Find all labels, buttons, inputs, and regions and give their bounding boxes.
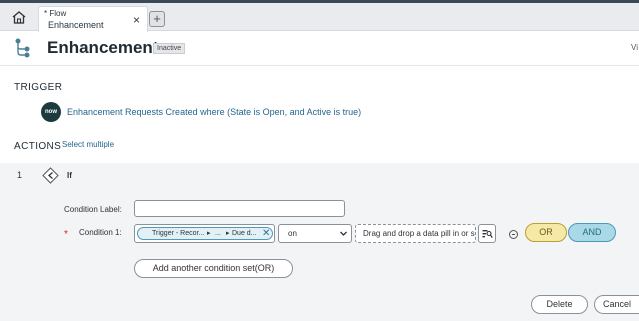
- data-pill-picker-button[interactable]: [478, 224, 496, 243]
- step-number: 1: [17, 170, 23, 180]
- home-button[interactable]: [8, 8, 30, 26]
- condition-label-input[interactable]: [134, 200, 345, 217]
- or-button[interactable]: OR: [525, 223, 567, 242]
- pill-arrow-icon: ▸: [226, 230, 230, 237]
- dropzone-placeholder: Drag and drop a data pill in or select a…: [363, 229, 475, 238]
- header-edge-text[interactable]: Vi: [631, 43, 638, 52]
- tab-flow-type: * Flow: [44, 9, 67, 18]
- add-tab-button[interactable]: +: [149, 11, 165, 27]
- delete-button[interactable]: Delete: [531, 295, 588, 314]
- trigger-description-link[interactable]: Enhancement Requests Created where (Stat…: [67, 107, 361, 117]
- condition-1-label: Condition 1:: [79, 228, 122, 237]
- pill-arrow-icon: ▸: [207, 230, 211, 237]
- status-badge: Inactive: [153, 43, 186, 54]
- and-button[interactable]: AND: [568, 223, 616, 242]
- chevron-down-icon: [340, 231, 347, 236]
- if-decision-icon: [42, 167, 59, 184]
- cancel-button[interactable]: Cancel: [594, 295, 639, 314]
- tab-flow-name: Enhancement: [48, 20, 104, 30]
- value-dropzone[interactable]: Drag and drop a data pill in or select a…: [355, 224, 476, 243]
- minus-circle-icon[interactable]: [509, 230, 518, 239]
- operator-value: on: [288, 229, 297, 238]
- home-icon: [12, 10, 26, 24]
- pill-segment-field: Due d...: [232, 230, 257, 237]
- trigger-heading: TRIGGER: [14, 82, 63, 93]
- page-title: Enhancement: [47, 38, 159, 57]
- actions-heading: ACTIONS: [14, 141, 62, 152]
- header-divider: [0, 65, 639, 66]
- tab-enhancement[interactable]: * Flow Enhancement ×: [38, 6, 148, 32]
- condition-label-text: Condition Label:: [64, 205, 122, 214]
- data-pill-picker-icon: [482, 229, 493, 238]
- pill-segment-trigger: Trigger - Recor...: [152, 230, 205, 237]
- pill-segment-middle: ...: [215, 230, 221, 237]
- tab-bar: * Flow Enhancement × +: [0, 3, 639, 32]
- servicenow-logo: now: [41, 102, 61, 122]
- select-multiple-link[interactable]: Select multiple: [62, 140, 114, 149]
- close-tab-icon[interactable]: ×: [133, 14, 140, 26]
- data-pill[interactable]: Trigger - Recor... ▸ ... ▸ Due d... ✕: [137, 227, 273, 240]
- add-condition-set-button[interactable]: Add another condition set(OR): [134, 259, 293, 278]
- condition-1-field[interactable]: Trigger - Recor... ▸ ... ▸ Due d... ✕: [134, 224, 275, 243]
- step-label[interactable]: If: [67, 171, 72, 180]
- if-step-panel: 1 If Condition Label: * Condition 1: Tri…: [0, 163, 639, 321]
- operator-select[interactable]: on: [278, 224, 352, 243]
- required-indicator: *: [64, 229, 68, 240]
- remove-pill-icon[interactable]: ✕: [262, 228, 270, 239]
- flow-branch-icon: [15, 38, 30, 58]
